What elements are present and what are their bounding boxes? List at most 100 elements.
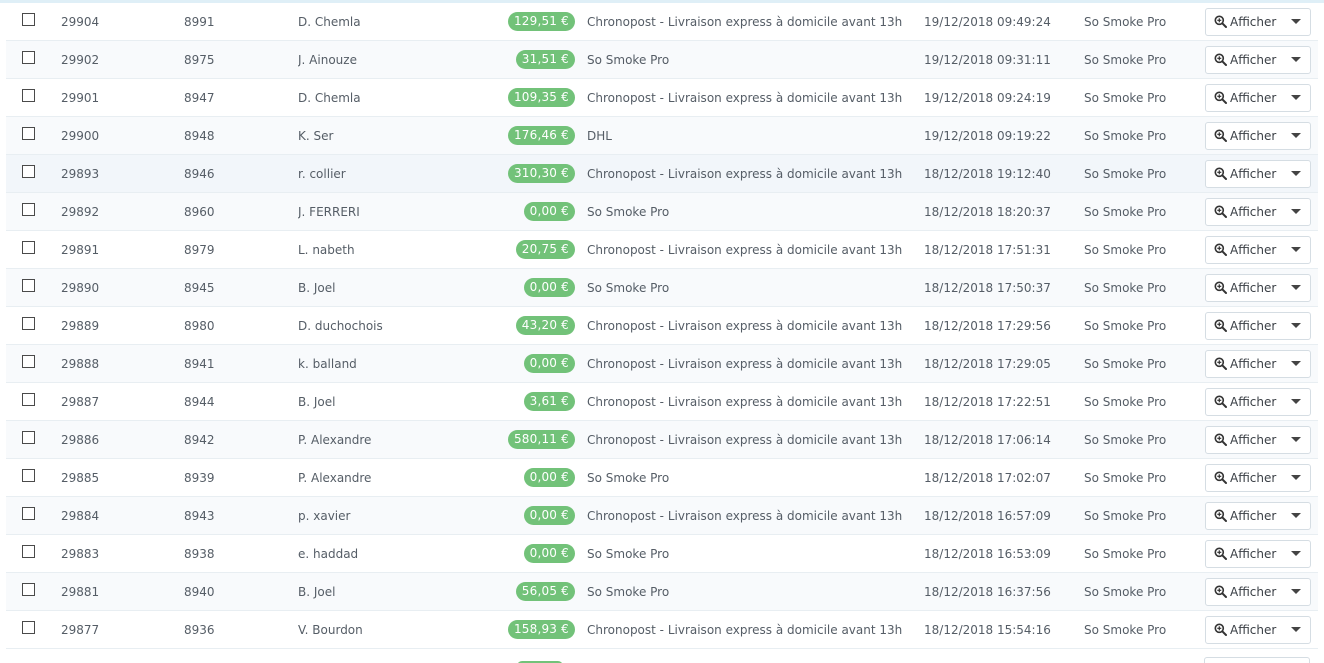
table-row[interactable]: 29893 8946 r. collier 310,30 € Chronopos…: [6, 154, 1318, 193]
row-actions-button-group: Afficher: [1205, 501, 1312, 530]
row-select-checkbox[interactable]: [22, 582, 35, 596]
row-select-checkbox[interactable]: [22, 544, 35, 558]
row-select-checkbox[interactable]: [22, 430, 35, 444]
row-select-checkbox[interactable]: [22, 12, 35, 26]
zoom-in-icon: [1214, 129, 1227, 142]
row-actions-dropdown-toggle[interactable]: [1282, 427, 1310, 453]
row-select-checkbox[interactable]: [22, 468, 35, 482]
view-order-button[interactable]: Afficher: [1206, 541, 1282, 567]
table-row[interactable]: 29890 8945 B. Joel 0,00 € So Smoke Pro 1…: [6, 268, 1318, 307]
customer-id: 8979: [184, 242, 215, 257]
table-row[interactable]: 29902 8975 J. Ainouze 31,51 € So Smoke P…: [6, 40, 1318, 79]
row-actions-dropdown-toggle[interactable]: [1282, 579, 1310, 605]
table-row[interactable]: 29885 8939 P. Alexandre 0,00 € So Smoke …: [6, 458, 1318, 497]
view-order-label: Afficher: [1230, 280, 1277, 295]
row-select-checkbox[interactable]: [22, 278, 35, 292]
actions-cell: Afficher: [1205, 458, 1318, 497]
row-actions-dropdown-toggle[interactable]: [1282, 47, 1310, 73]
view-order-button[interactable]: Afficher: [1206, 465, 1282, 491]
row-select-checkbox[interactable]: [22, 88, 35, 102]
view-order-button[interactable]: Afficher: [1206, 389, 1282, 415]
order-total-cell: 56,05 €: [488, 572, 587, 611]
table-row[interactable]: 29904 8991 D. Chemla 129,51 € Chronopost…: [6, 3, 1318, 41]
table-row[interactable]: 29883 8938 e. haddad 0,00 € So Smoke Pro…: [6, 534, 1318, 573]
view-order-button[interactable]: Afficher: [1206, 351, 1282, 377]
row-actions-dropdown-toggle[interactable]: [1282, 123, 1310, 149]
actions-cell: Afficher: [1205, 420, 1318, 459]
row-select-checkbox[interactable]: [22, 202, 35, 216]
row-select-checkbox[interactable]: [22, 164, 35, 178]
row-actions-dropdown-toggle[interactable]: [1282, 9, 1310, 35]
view-order-button-partial[interactable]: [1204, 657, 1310, 663]
caret-down-icon: [1291, 133, 1302, 138]
table-row[interactable]: 29891 8979 L. nabeth 20,75 € Chronopost …: [6, 230, 1318, 269]
table-row[interactable]: 29877 8936 V. Bourdon 158,93 € Chronopos…: [6, 610, 1318, 649]
shop-cell: So Smoke Pro: [1084, 230, 1205, 269]
table-row[interactable]: 29886 8942 P. Alexandre 580,11 € Chronop…: [6, 420, 1318, 459]
order-total-badge: 3,61 €: [523, 392, 575, 411]
row-select-checkbox[interactable]: [22, 240, 35, 254]
customer-name-cell: V. Bourdon: [298, 610, 488, 649]
view-order-button[interactable]: Afficher: [1206, 237, 1282, 263]
view-order-label: Afficher: [1230, 584, 1277, 599]
view-order-button[interactable]: Afficher: [1206, 199, 1282, 225]
carrier-cell: Chronopost - Livraison express à domicil…: [587, 610, 924, 649]
order-total-cell: 0,00 €: [488, 344, 587, 383]
row-actions-dropdown-toggle[interactable]: [1282, 541, 1310, 567]
row-actions-dropdown-toggle[interactable]: [1282, 85, 1310, 111]
view-order-button[interactable]: Afficher: [1206, 9, 1282, 35]
row-select-checkbox[interactable]: [22, 50, 35, 64]
table-row[interactable]: 29888 8941 k. balland 0,00 € Chronopost …: [6, 344, 1318, 383]
table-row[interactable]: 29901 8947 D. Chemla 109,35 € Chronopost…: [6, 78, 1318, 117]
order-date: 18/12/2018 17:02:07: [924, 470, 1051, 485]
order-total-cell: 0,00 €: [488, 268, 587, 307]
row-select-cell: [6, 40, 61, 79]
view-order-button[interactable]: Afficher: [1206, 503, 1282, 529]
view-order-button[interactable]: Afficher: [1206, 47, 1282, 73]
order-id-cell: 29904: [61, 3, 184, 41]
row-actions-dropdown-toggle[interactable]: [1282, 503, 1310, 529]
row-select-checkbox[interactable]: [22, 392, 35, 406]
row-actions-dropdown-toggle[interactable]: [1282, 313, 1310, 339]
actions-cell: Afficher: [1205, 534, 1318, 573]
row-actions-dropdown-toggle[interactable]: [1282, 465, 1310, 491]
carrier-name: So Smoke Pro: [587, 52, 670, 67]
order-date: 18/12/2018 15:54:16: [924, 622, 1051, 637]
table-row[interactable]: 29884 8943 p. xavier 0,00 € Chronopost -…: [6, 496, 1318, 535]
table-row[interactable]: 29900 8948 K. Ser 176,46 € DHL 19/12/201…: [6, 116, 1318, 155]
view-order-button[interactable]: Afficher: [1206, 85, 1282, 111]
row-select-checkbox[interactable]: [22, 126, 35, 140]
row-actions-dropdown-toggle[interactable]: [1282, 237, 1310, 263]
row-select-checkbox[interactable]: [22, 620, 35, 634]
actions-cell: Afficher: [1205, 496, 1318, 535]
table-row[interactable]: 29881 8940 B. Joel 56,05 € So Smoke Pro …: [6, 572, 1318, 611]
row-select-checkbox[interactable]: [22, 316, 35, 330]
order-total-badge: 0,00 €: [523, 468, 575, 487]
row-actions-dropdown-toggle[interactable]: [1282, 389, 1310, 415]
order-total-cell: 3,61 €: [488, 382, 587, 421]
view-order-button[interactable]: Afficher: [1206, 617, 1282, 643]
view-order-button[interactable]: Afficher: [1206, 123, 1282, 149]
shop-cell: So Smoke Pro: [1084, 3, 1205, 41]
view-order-button[interactable]: Afficher: [1206, 313, 1282, 339]
row-actions-dropdown-toggle[interactable]: [1282, 617, 1310, 643]
view-order-button[interactable]: Afficher: [1206, 579, 1282, 605]
view-order-button[interactable]: Afficher: [1206, 275, 1282, 301]
row-actions-dropdown-toggle[interactable]: [1282, 161, 1310, 187]
customer-id: 8943: [184, 508, 215, 523]
row-actions-dropdown-toggle[interactable]: [1282, 351, 1310, 377]
row-select-cell: [6, 154, 61, 193]
row-actions-dropdown-toggle[interactable]: [1282, 199, 1310, 225]
row-actions-dropdown-toggle[interactable]: [1282, 275, 1310, 301]
view-order-button[interactable]: Afficher: [1206, 161, 1282, 187]
order-id-cell: 29888: [61, 344, 184, 383]
customer-name-cell: D. Chemla: [298, 78, 488, 117]
row-select-checkbox[interactable]: [22, 354, 35, 368]
row-select-cell: [6, 306, 61, 345]
table-row[interactable]: 29889 8980 D. duchochois 43,20 € Chronop…: [6, 306, 1318, 345]
view-order-button[interactable]: Afficher: [1206, 427, 1282, 453]
customer-name-cell: k. balland: [298, 344, 488, 383]
table-row[interactable]: 29887 8944 B. Joel 3,61 € Chronopost - L…: [6, 382, 1318, 421]
table-row[interactable]: 29892 8960 J. FERRERI 0,00 € So Smoke Pr…: [6, 192, 1318, 231]
row-select-checkbox[interactable]: [22, 506, 35, 520]
